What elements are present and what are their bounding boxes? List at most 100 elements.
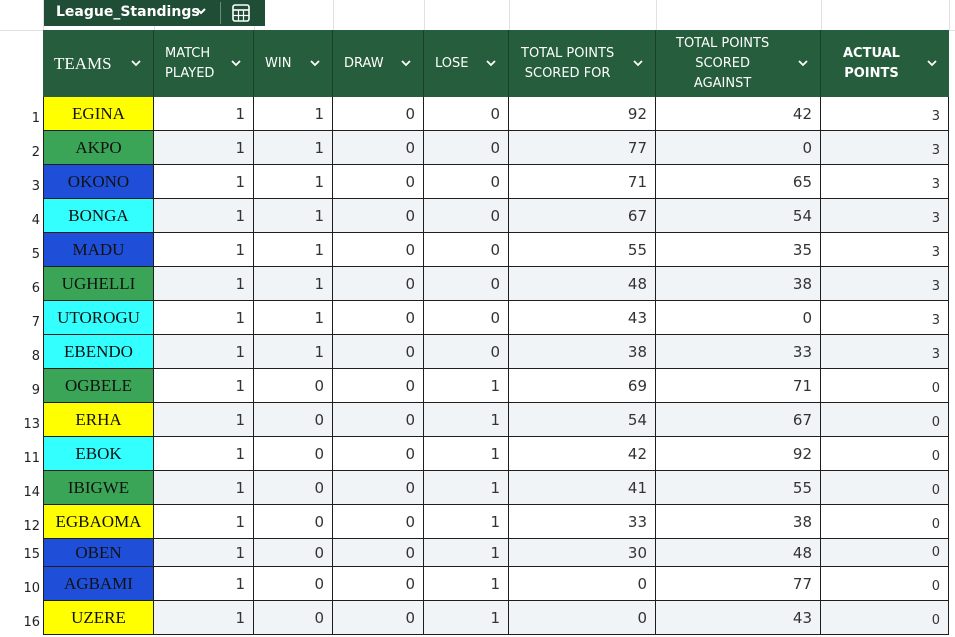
points-for-cell[interactable]: 33 [509,505,656,539]
win-cell[interactable]: 0 [254,403,333,437]
draw-cell[interactable]: 0 [333,301,424,335]
chevron-down-icon[interactable] [194,4,208,23]
row-number[interactable]: 6 [0,281,43,296]
draw-cell[interactable]: 0 [333,199,424,233]
team-cell[interactable]: ERHA [43,403,154,437]
draw-cell[interactable]: 0 [333,97,424,131]
row-number[interactable]: 12 [0,519,43,534]
points-for-cell[interactable]: 48 [509,267,656,301]
points-for-cell[interactable]: 92 [509,97,656,131]
points-for-cell[interactable]: 0 [509,601,656,635]
lose-cell[interactable]: 0 [424,301,509,335]
chevron-down-icon[interactable] [308,56,322,75]
row-number[interactable]: 8 [0,349,43,364]
win-cell[interactable]: 1 [254,199,333,233]
actual-points-cell[interactable]: 3 [821,165,949,199]
win-cell[interactable]: 1 [254,335,333,369]
team-cell[interactable]: BONGA [43,199,154,233]
team-cell[interactable]: IBIGWE [43,471,154,505]
points-for-cell[interactable]: 30 [509,539,656,567]
team-cell[interactable]: EGBAOMA [43,505,154,539]
row-number[interactable]: 2 [0,145,43,160]
win-cell[interactable]: 1 [254,97,333,131]
points-for-cell[interactable]: 0 [509,567,656,601]
win-cell[interactable]: 0 [254,471,333,505]
lose-cell[interactable]: 0 [424,335,509,369]
draw-cell[interactable]: 0 [333,567,424,601]
row-number[interactable]: 16 [0,615,43,630]
team-cell[interactable]: OBEN [43,539,154,567]
draw-cell[interactable]: 0 [333,369,424,403]
actual-points-cell[interactable]: 3 [821,199,949,233]
win-cell[interactable]: 1 [254,301,333,335]
team-cell[interactable]: EGINA [43,97,154,131]
match-played-cell[interactable]: 1 [154,165,254,199]
points-against-cell[interactable]: 0 [656,301,821,335]
header-teams[interactable]: TEAMS [43,30,154,97]
row-number[interactable]: 14 [0,485,43,500]
chevron-down-icon[interactable] [399,56,413,75]
row-number[interactable]: 5 [0,247,43,262]
draw-cell[interactable]: 0 [333,131,424,165]
win-cell[interactable]: 1 [254,233,333,267]
match-played-cell[interactable]: 1 [154,233,254,267]
lose-cell[interactable]: 1 [424,505,509,539]
actual-points-cell[interactable]: 0 [821,567,949,601]
lose-cell[interactable]: 1 [424,567,509,601]
points-against-cell[interactable]: 42 [656,97,821,131]
points-against-cell[interactable]: 43 [656,601,821,635]
match-played-cell[interactable]: 1 [154,97,254,131]
draw-cell[interactable]: 0 [333,335,424,369]
win-cell[interactable]: 1 [254,267,333,301]
points-for-cell[interactable]: 67 [509,199,656,233]
lose-cell[interactable]: 0 [424,97,509,131]
lose-cell[interactable]: 1 [424,403,509,437]
header-match-played[interactable]: MATCH PLAYED [154,30,254,97]
match-played-cell[interactable]: 1 [154,335,254,369]
actual-points-cell[interactable]: 0 [821,539,949,567]
match-played-cell[interactable]: 1 [154,369,254,403]
draw-cell[interactable]: 0 [333,539,424,567]
lose-cell[interactable]: 1 [424,437,509,471]
chevron-down-icon[interactable] [229,56,243,75]
team-cell[interactable]: OKONO [43,165,154,199]
points-against-cell[interactable]: 38 [656,267,821,301]
team-cell[interactable]: MADU [43,233,154,267]
lose-cell[interactable]: 0 [424,131,509,165]
row-number[interactable]: 15 [0,547,43,562]
points-for-cell[interactable]: 42 [509,437,656,471]
actual-points-cell[interactable]: 3 [821,335,949,369]
points-against-cell[interactable]: 55 [656,471,821,505]
header-lose[interactable]: LOSE [424,30,509,97]
actual-points-cell[interactable]: 0 [821,505,949,539]
points-against-cell[interactable]: 33 [656,335,821,369]
actual-points-cell[interactable]: 0 [821,601,949,635]
header-win[interactable]: WIN [254,30,333,97]
lose-cell[interactable]: 1 [424,471,509,505]
row-number[interactable]: 11 [0,451,43,466]
win-cell[interactable]: 0 [254,567,333,601]
draw-cell[interactable]: 0 [333,233,424,267]
table-name-chip[interactable]: League_Standings [44,0,265,26]
actual-points-cell[interactable]: 0 [821,471,949,505]
points-for-cell[interactable]: 69 [509,369,656,403]
lose-cell[interactable]: 1 [424,369,509,403]
points-against-cell[interactable]: 65 [656,165,821,199]
chevron-down-icon[interactable] [631,56,645,75]
header-actual-points[interactable]: ACTUAL POINTS [821,30,949,97]
points-for-cell[interactable]: 43 [509,301,656,335]
lose-cell[interactable]: 1 [424,601,509,635]
points-against-cell[interactable]: 67 [656,403,821,437]
draw-cell[interactable]: 0 [333,267,424,301]
points-for-cell[interactable]: 38 [509,335,656,369]
actual-points-cell[interactable]: 3 [821,131,949,165]
match-played-cell[interactable]: 1 [154,301,254,335]
win-cell[interactable]: 0 [254,601,333,635]
row-number[interactable]: 1 [0,111,43,126]
points-against-cell[interactable]: 38 [656,505,821,539]
points-for-cell[interactable]: 55 [509,233,656,267]
match-played-cell[interactable]: 1 [154,267,254,301]
win-cell[interactable]: 0 [254,505,333,539]
chevron-down-icon[interactable] [484,56,498,75]
row-number[interactable]: 9 [0,383,43,398]
